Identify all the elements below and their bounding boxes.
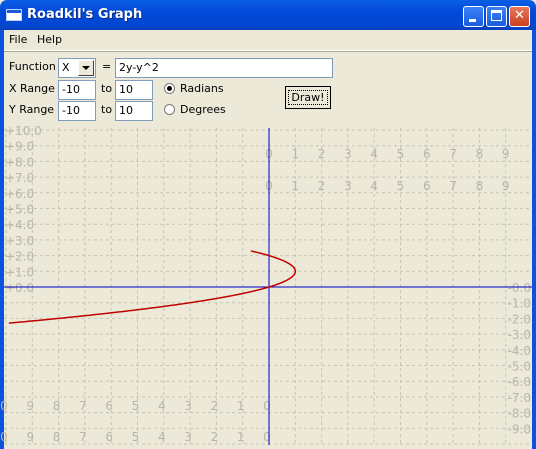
x-tick-label: 5: [397, 147, 405, 161]
y-tick-label: +0.0: [5, 281, 34, 295]
x-tick-label: 2: [211, 430, 219, 444]
x-tick-label: 0: [0, 430, 8, 444]
y-tick-label: +10.0: [5, 124, 42, 138]
y-tick-label: -2.0: [508, 312, 531, 326]
x-tick-label: 1: [291, 179, 299, 193]
x-tick-label: 7: [449, 179, 457, 193]
y-tick-label: -0.0: [508, 281, 531, 295]
x-tick-label: 8: [53, 430, 61, 444]
x-tick-label: 9: [26, 399, 34, 413]
x-tick-label: 3: [184, 430, 192, 444]
x-tick-label: 0: [263, 430, 271, 444]
y-tick-label: -6.0: [508, 375, 531, 389]
x-tick-label: 3: [344, 147, 352, 161]
x-tick-label: 3: [344, 179, 352, 193]
graph-canvas[interactable]: +10.0 +9.0+8.0 +7.0 +6.0 +5.0+4.0 +3.0 +2.0+1.…: [0, 0, 536, 449]
y-tick-label: -8.0: [508, 407, 531, 421]
app-window: Roadkil's Graph ✕ File Help Function X =…: [0, 0, 536, 449]
y-tick-label: -4.0: [508, 344, 531, 358]
x-tick-label: 3: [184, 399, 192, 413]
y-tick-label: -5.0: [508, 360, 531, 374]
x-tick-label: 8: [476, 147, 484, 161]
x-tick-label: 1: [237, 430, 245, 444]
y-tick-label: +2.0: [5, 250, 34, 264]
x-tick-label: 7: [79, 399, 87, 413]
x-tick-label: 2: [318, 147, 326, 161]
y-tick-label: +7.0: [5, 171, 34, 185]
x-tick-label: 4: [158, 399, 166, 413]
y-tick-label: -3.0: [508, 328, 531, 342]
x-tick-label: 4: [370, 147, 378, 161]
y-tick-label: +6.0: [5, 187, 34, 201]
y-tick-label: -1.0: [508, 297, 531, 311]
x-tick-label: 6: [105, 399, 113, 413]
x-tick-label: 5: [132, 430, 140, 444]
x-tick-label: 6: [423, 147, 431, 161]
x-tick-label: 2: [318, 179, 326, 193]
x-tick-label: 7: [449, 147, 457, 161]
x-tick-label: 9: [502, 147, 510, 161]
y-tick-label: -7.0: [508, 391, 531, 405]
y-tick-label: +5.0: [5, 203, 34, 217]
x-tick-label: 6: [423, 179, 431, 193]
tick-labels: +10.0 +9.0+8.0 +7.0 +6.0 +5.0+4.0 +3.0 +2.0+1.…: [0, 124, 531, 444]
y-tick-label: +8.0: [5, 155, 34, 169]
y-tick-label: -9.0: [508, 422, 531, 436]
x-tick-label: 1: [237, 399, 245, 413]
y-tick-label: +9.0: [5, 140, 34, 154]
y-tick-label: +1.0: [5, 265, 34, 279]
x-tick-label: 9: [26, 430, 34, 444]
x-tick-label: 8: [476, 179, 484, 193]
x-tick-label: 4: [370, 179, 378, 193]
x-tick-label: 7: [79, 430, 87, 444]
y-tick-label: +3.0: [5, 234, 34, 248]
x-tick-label: 5: [397, 179, 405, 193]
y-tick-label: +4.0: [5, 218, 34, 232]
x-tick-label: 5: [132, 399, 140, 413]
x-tick-label: 8: [53, 399, 61, 413]
x-tick-label: 6: [105, 430, 113, 444]
x-tick-label: 0: [263, 399, 271, 413]
x-tick-label: 2: [211, 399, 219, 413]
x-tick-label: 9: [502, 179, 510, 193]
x-tick-label: 4: [158, 430, 166, 444]
x-tick-label: 1: [291, 147, 299, 161]
x-tick-label: 0: [0, 399, 8, 413]
